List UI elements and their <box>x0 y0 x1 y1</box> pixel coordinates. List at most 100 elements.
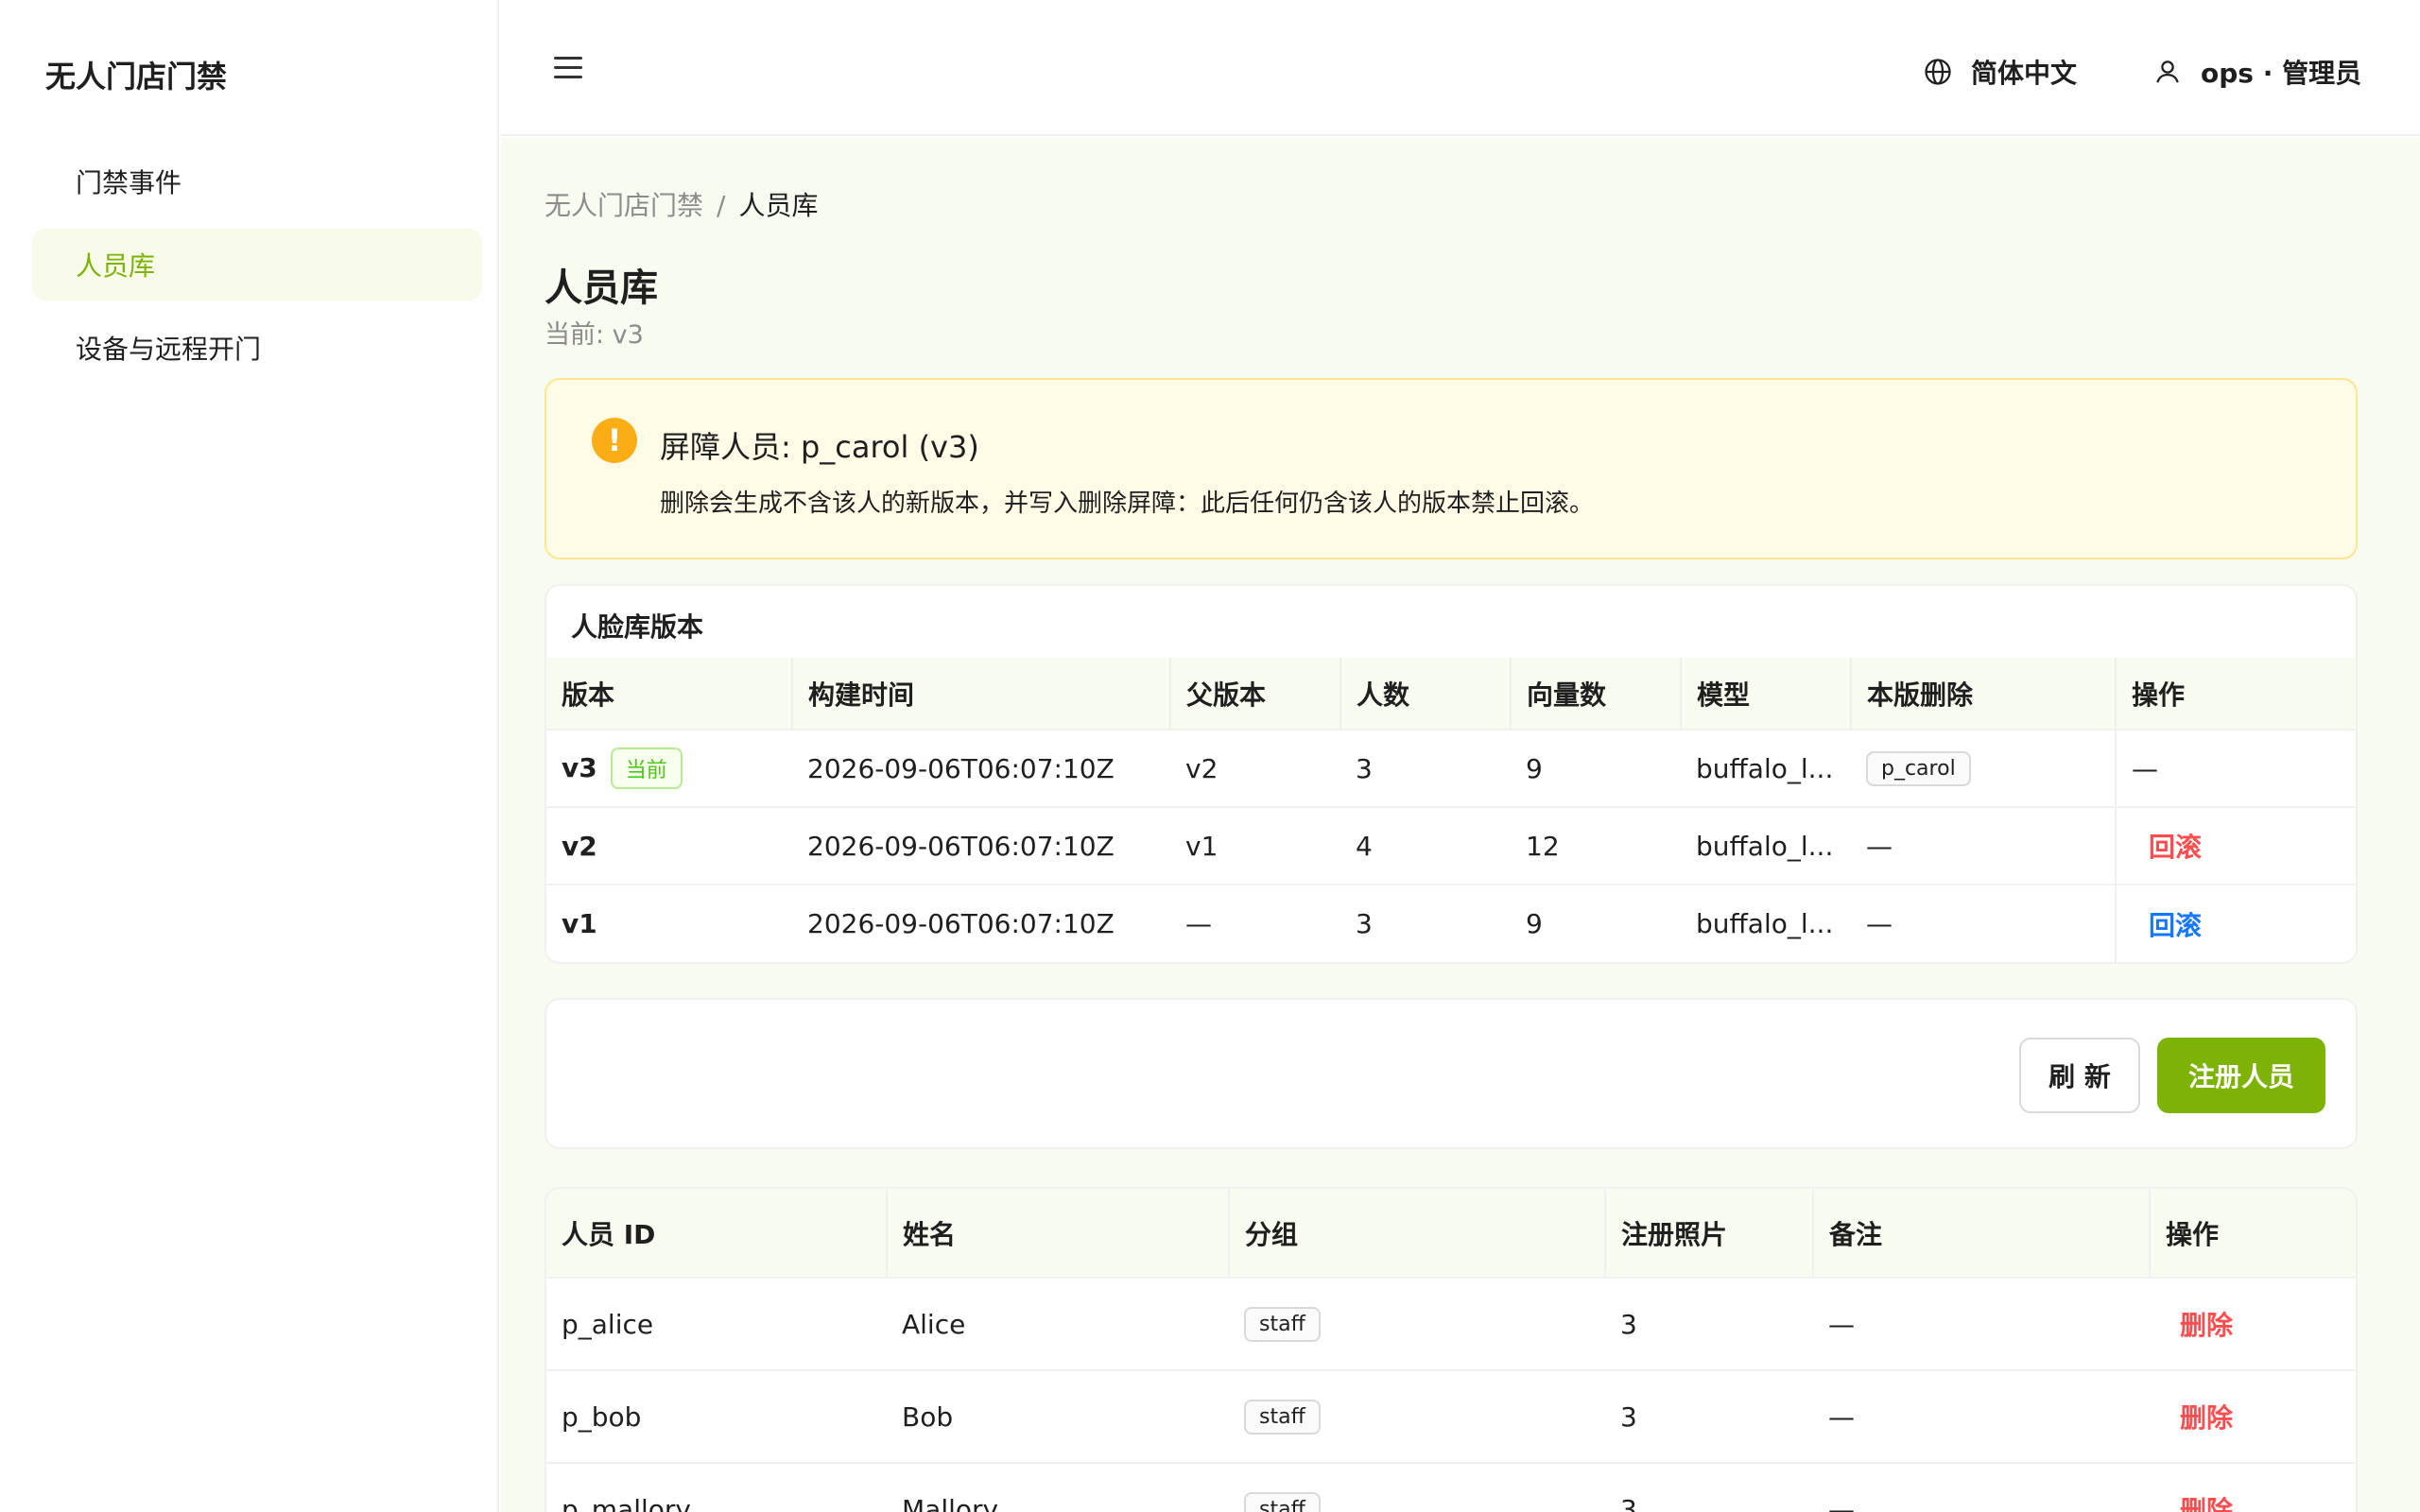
person-id-cell: p_mallory <box>562 1493 691 1512</box>
breadcrumb-current: 人员库 <box>738 190 819 221</box>
column-header: 构建时间 <box>792 658 1171 730</box>
action-cell: 回滚 <box>2115 807 2356 885</box>
versions-table: 版本 构建时间 父版本 人数 向量数 模型 本版删除 操作 v3 当前 2026-… <box>546 658 2356 962</box>
delete-button[interactable]: 删除 <box>2180 1310 2233 1341</box>
person-name-cell: Mallory <box>902 1493 999 1512</box>
people-count-cell: 3 <box>1356 908 1373 939</box>
group-tag: staff <box>1244 1492 1321 1512</box>
group-cell: staff <box>1229 1370 1605 1463</box>
language-switcher[interactable]: 简体中文 <box>1924 53 2077 91</box>
model-cell: buffalo_l... <box>1696 752 1834 784</box>
people-card: 人员 ID 姓名 分组 注册照片 备注 操作 p_alice Alice sta… <box>544 1187 2358 1512</box>
group-tag: staff <box>1244 1400 1321 1435</box>
group-tag: staff <box>1244 1307 1321 1342</box>
column-header: 操作 <box>2116 658 2356 730</box>
version-cell: v3 当前 <box>546 730 792 807</box>
note-cell: — <box>1828 1493 1855 1512</box>
people-header-row: 人员 ID 姓名 分组 注册照片 备注 操作 <box>546 1189 2356 1278</box>
toolbar-card: 刷 新 注册人员 <box>544 998 2358 1149</box>
top-header: 简体中文 ops · 管理员 <box>501 0 2420 136</box>
deleted-person-tag: p_carol <box>1866 751 1971 786</box>
column-header: 父版本 <box>1170 658 1341 730</box>
model-cell: buffalo_l... <box>1696 908 1834 939</box>
table-row: v2 2026-09-06T06:07:10Z v1 4 12 buffalo_… <box>546 807 2356 885</box>
built-time-cell: 2026-09-06T06:07:10Z <box>807 752 1115 784</box>
sidebar-item-access-events[interactable]: 门禁事件 <box>32 146 482 217</box>
column-header: 人员 ID <box>546 1189 888 1278</box>
note-cell: — <box>1828 1308 1855 1340</box>
table-row: p_alice Alice staff 3 — 删除 <box>546 1278 2356 1370</box>
delete-button[interactable]: 删除 <box>2180 1495 2233 1512</box>
breadcrumb: 无人门店门禁 / 人员库 <box>544 185 818 223</box>
column-header: 姓名 <box>887 1189 1230 1278</box>
user-icon <box>2156 60 2179 83</box>
person-id-cell: p_alice <box>562 1308 654 1340</box>
breadcrumb-parent[interactable]: 无人门店门禁 <box>544 190 703 221</box>
sidebar-item-people[interactable]: 人员库 <box>32 229 482 301</box>
column-header: 向量数 <box>1511 658 1682 730</box>
column-header: 模型 <box>1681 658 1852 730</box>
menu-toggle-icon[interactable] <box>554 57 582 79</box>
user-menu[interactable]: ops · 管理员 <box>2153 53 2361 91</box>
version-label: v1 <box>562 908 597 939</box>
deleted-cell: — <box>1866 908 1893 939</box>
note-cell: — <box>1828 1400 1855 1433</box>
user-label: ops · 管理员 <box>2201 58 2362 89</box>
version-label: v2 <box>562 830 597 862</box>
action-cell: 删除 <box>2150 1278 2356 1370</box>
sidebar: 无人门店门禁 门禁事件 人员库 设备与远程开门 <box>0 0 499 1512</box>
delete-button[interactable]: 删除 <box>2180 1402 2233 1434</box>
column-header: 本版删除 <box>1851 658 2117 730</box>
warning-icon: ! <box>592 418 637 463</box>
page-subtitle: 当前: v3 <box>544 320 644 350</box>
model-cell: buffalo_l... <box>1696 830 1834 862</box>
version-label: v3 <box>562 752 597 783</box>
rollback-button[interactable]: 回滚 <box>2149 832 2202 863</box>
page-title: 人员库 <box>544 266 658 310</box>
photo-count-cell: 3 <box>1620 1493 1637 1512</box>
version-cell: v2 <box>546 807 792 885</box>
built-time-cell: 2026-09-06T06:07:10Z <box>807 830 1115 862</box>
language-label: 简体中文 <box>1971 58 2078 89</box>
rollback-button[interactable]: 回滚 <box>2149 910 2202 941</box>
main-content: 无人门店门禁 / 人员库 人员库 当前: v3 ! 屏障人员: p_carol (v… <box>501 138 2420 1512</box>
column-header: 备注 <box>1813 1189 2151 1278</box>
version-cell: v1 <box>546 885 792 962</box>
people-count-cell: 3 <box>1356 752 1373 784</box>
built-time-cell: 2026-09-06T06:07:10Z <box>807 908 1115 939</box>
barrier-alert: ! 屏障人员: p_carol (v3) 删除会生成不含该人的新版本，并写入删除… <box>544 378 2358 559</box>
app-brand: 无人门店门禁 <box>45 59 228 94</box>
versions-card: 人脸库版本 版本 构建时间 父版本 人数 向量数 模型 本版删除 操作 v3 当前… <box>544 584 2358 964</box>
photo-count-cell: 3 <box>1620 1308 1637 1340</box>
vector-count-cell: 9 <box>1526 752 1543 784</box>
sidebar-item-label: 门禁事件 <box>76 167 182 198</box>
sidebar-item-label: 人员库 <box>76 250 156 282</box>
group-cell: staff <box>1229 1278 1605 1370</box>
sidebar-item-label: 设备与远程开门 <box>76 334 262 365</box>
alert-description: 删除会生成不含该人的新版本，并写入删除屏障：此后任何仍含该人的版本禁止回滚。 <box>660 490 1595 518</box>
alert-title: 屏障人员: p_carol (v3) <box>660 429 979 465</box>
group-cell: staff <box>1229 1463 1605 1512</box>
action-cell: 回滚 <box>2115 885 2356 962</box>
vector-count-cell: 9 <box>1526 908 1543 939</box>
column-header: 注册照片 <box>1605 1189 1814 1278</box>
parent-cell: v1 <box>1185 830 1219 862</box>
refresh-button[interactable]: 刷 新 <box>2019 1038 2140 1113</box>
breadcrumb-separator: / <box>717 190 726 221</box>
column-header: 操作 <box>2150 1189 2356 1278</box>
vector-count-cell: 12 <box>1526 830 1560 862</box>
column-header: 版本 <box>546 658 793 730</box>
parent-cell: — <box>1185 908 1212 939</box>
action-cell: 删除 <box>2150 1463 2356 1512</box>
table-row: p_bob Bob staff 3 — 删除 <box>546 1370 2356 1463</box>
action-cell: 删除 <box>2150 1370 2356 1463</box>
person-name-cell: Bob <box>902 1400 954 1433</box>
sidebar-item-devices[interactable]: 设备与远程开门 <box>32 312 482 384</box>
person-name-cell: Alice <box>902 1308 966 1340</box>
people-count-cell: 4 <box>1356 830 1373 862</box>
versions-header-row: 版本 构建时间 父版本 人数 向量数 模型 本版删除 操作 <box>546 658 2356 730</box>
people-table: 人员 ID 姓名 分组 注册照片 备注 操作 p_alice Alice sta… <box>546 1189 2356 1512</box>
table-row: v1 2026-09-06T06:07:10Z — 3 9 buffalo_l.… <box>546 885 2356 962</box>
action-cell: — <box>2115 730 2356 807</box>
register-person-button[interactable]: 注册人员 <box>2157 1038 2325 1113</box>
